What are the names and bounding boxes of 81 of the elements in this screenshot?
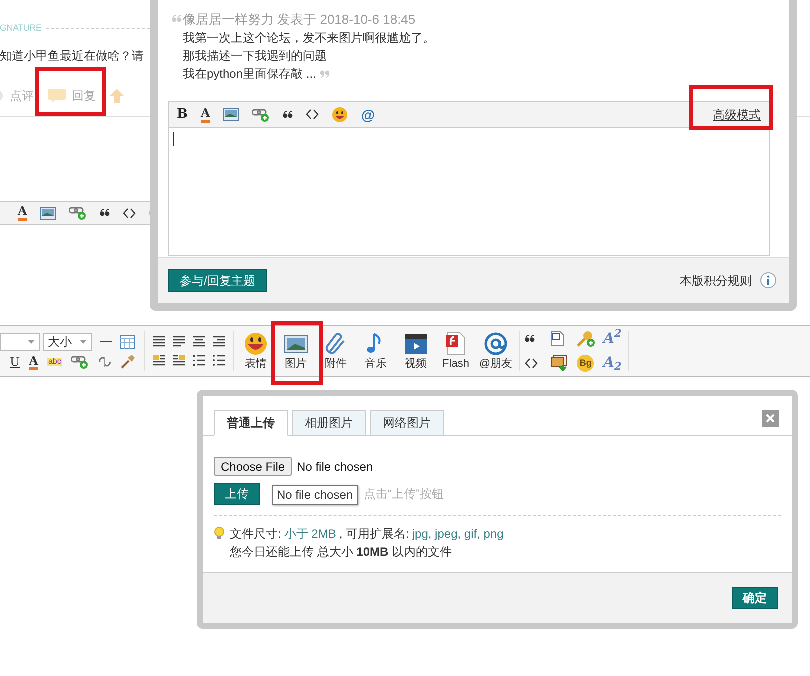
at-sign-icon[interactable] bbox=[484, 332, 508, 356]
float-right-icon[interactable] bbox=[173, 355, 185, 366]
link-icon[interactable] bbox=[252, 108, 270, 122]
upload-button[interactable]: 上传 bbox=[214, 483, 260, 505]
background-color-button[interactable]: Bg bbox=[577, 354, 594, 372]
smiley-icon[interactable] bbox=[244, 332, 268, 356]
quote-line: 我在python里面保存敲 ... bbox=[183, 66, 316, 83]
bold-button[interactable]: B bbox=[177, 108, 188, 121]
film-clapper-icon[interactable] bbox=[404, 332, 428, 356]
key-icon[interactable] bbox=[577, 330, 596, 346]
size-label: 文件尺寸: bbox=[230, 526, 282, 543]
link-icon[interactable] bbox=[69, 206, 88, 220]
size-dropdown[interactable]: 大小 bbox=[43, 332, 92, 350]
toolbar-button-label[interactable]: Flash bbox=[442, 359, 470, 370]
highlight-frame bbox=[271, 321, 323, 385]
align-right-icon[interactable] bbox=[213, 336, 225, 347]
close-button[interactable] bbox=[762, 410, 779, 427]
extensions-value: jpg, jpeg, gif, png bbox=[412, 526, 504, 543]
toolbar-button-label[interactable]: 表情 bbox=[245, 359, 267, 370]
subscript-button[interactable]: A$_{2}$ bbox=[604, 356, 622, 370]
caret-icon[interactable] bbox=[28, 340, 35, 344]
table-icon[interactable] bbox=[120, 334, 135, 348]
font-color-button[interactable]: A bbox=[201, 106, 210, 122]
extensions-label: , 可用扩展名: bbox=[339, 526, 410, 543]
upload-tab[interactable]: 相册图片 bbox=[292, 410, 366, 435]
confirm-button[interactable]: 确定 bbox=[732, 587, 778, 609]
highlight-frame bbox=[35, 67, 106, 116]
align-left-icon[interactable] bbox=[173, 336, 185, 347]
toolbar-button-label[interactable]: @朋友 bbox=[479, 359, 513, 370]
font-color-button[interactable]: A bbox=[29, 354, 38, 370]
code-icon[interactable] bbox=[306, 109, 320, 120]
underline-button[interactable]: U bbox=[10, 356, 20, 368]
smiley-icon[interactable] bbox=[332, 106, 348, 122]
mention-button[interactable]: @ bbox=[361, 108, 375, 122]
signature-label: GNATURE bbox=[0, 22, 42, 35]
info-icon[interactable] bbox=[760, 272, 777, 289]
upload-tab[interactable]: 普通上传 bbox=[214, 410, 288, 436]
toolbar-button-label[interactable]: 图片 bbox=[285, 359, 307, 370]
size-value: 小于 2MB bbox=[284, 526, 336, 543]
image-icon[interactable] bbox=[223, 108, 240, 121]
document-icon[interactable] bbox=[551, 331, 564, 346]
dropdown-value: 大小 bbox=[48, 334, 72, 350]
quote-icon[interactable] bbox=[525, 334, 535, 342]
flash-document-icon[interactable] bbox=[444, 332, 468, 356]
lightbulb-icon[interactable] bbox=[214, 527, 225, 541]
superscript-button[interactable]: A$^{2}$ bbox=[604, 332, 622, 346]
caret-icon[interactable] bbox=[80, 340, 87, 344]
quote-author: 像居居一样努力 发表于 2018-10-6 18:45 bbox=[183, 11, 417, 29]
float-left-icon[interactable] bbox=[153, 355, 165, 366]
link-icon[interactable] bbox=[71, 355, 90, 369]
text-cursor bbox=[173, 132, 174, 146]
reply-button[interactable]: 参与/回复主题 bbox=[168, 269, 268, 292]
brush-icon[interactable] bbox=[121, 355, 136, 369]
toolbar-button-label[interactable]: 附件 bbox=[325, 359, 347, 370]
tooltip: No file chosen bbox=[272, 485, 358, 505]
quote-line: 那我描述一下我遇到的问题 bbox=[183, 48, 327, 65]
image-download-icon[interactable] bbox=[551, 355, 570, 371]
toolbar-button-label[interactable]: 音乐 bbox=[365, 359, 387, 370]
quote-icon[interactable] bbox=[283, 110, 294, 118]
quote-line: 我第一次上这个论坛，发不来图片啊很尴尬了。 bbox=[183, 30, 435, 47]
numbered-list-icon[interactable] bbox=[193, 355, 205, 366]
file-status: No file chosen bbox=[297, 458, 374, 476]
advanced-mode-link[interactable]: 高级模式 bbox=[713, 106, 761, 124]
quote-icon[interactable] bbox=[100, 209, 110, 217]
highlight-button[interactable]: abc bbox=[47, 358, 62, 366]
image-icon[interactable] bbox=[40, 206, 56, 220]
toolbar-button-label[interactable]: 视频 bbox=[405, 359, 427, 370]
choose-file-button[interactable]: Choose File bbox=[214, 457, 292, 476]
upload-hint: 点击“上传”按钮 bbox=[364, 486, 444, 503]
align-justify-icon[interactable] bbox=[153, 336, 165, 347]
align-center-icon[interactable] bbox=[193, 336, 205, 347]
font-color-button[interactable]: A bbox=[18, 205, 28, 221]
rules-link[interactable]: 本版积分规则 bbox=[680, 272, 752, 290]
image-icon[interactable] bbox=[284, 332, 308, 356]
code-icon[interactable] bbox=[525, 358, 538, 368]
code-icon[interactable] bbox=[123, 208, 136, 218]
quota-text: 您今日还能上传 总大小 10MB 以内的文件 bbox=[230, 544, 454, 561]
bullet-list-icon[interactable] bbox=[213, 355, 225, 366]
upload-tab[interactable]: 网络图片 bbox=[370, 410, 444, 435]
signature-text: 知道小甲鱼最近在做啥？请 bbox=[0, 48, 144, 65]
close-icon[interactable] bbox=[766, 414, 775, 423]
